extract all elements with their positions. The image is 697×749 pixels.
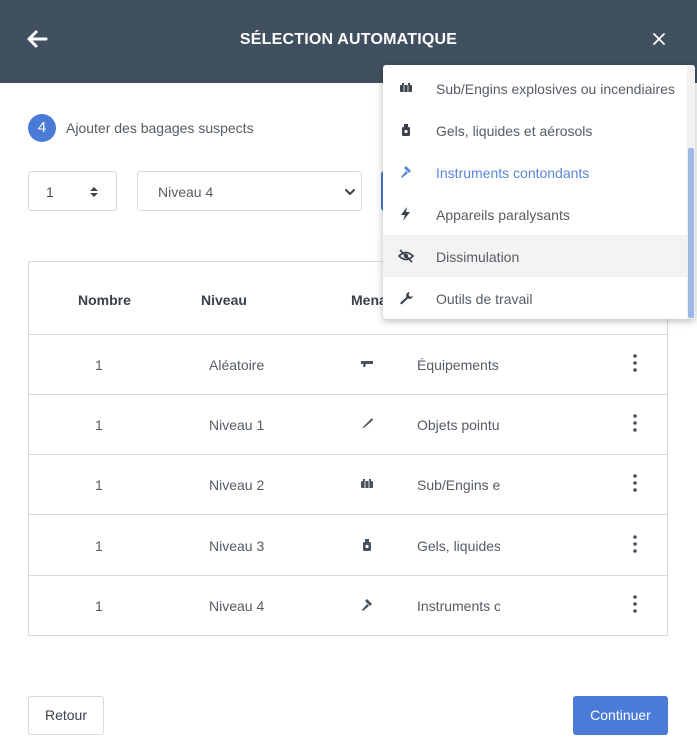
row-niveau: Niveau 1 (209, 417, 265, 433)
close-icon[interactable] (648, 28, 670, 50)
row-categorie: Équipements (417, 357, 499, 373)
gun-icon (361, 361, 373, 367)
lightning-icon (401, 207, 410, 221)
dropdown-item-appareils-paralysants[interactable]: Appareils paralysants (383, 193, 687, 235)
spinner-arrows-icon[interactable] (88, 185, 100, 199)
explosive-icon (400, 83, 412, 92)
continue-button[interactable]: Continuer (573, 696, 668, 735)
row-niveau: Niveau 3 (209, 538, 265, 554)
quantity-stepper[interactable]: 1 (28, 171, 117, 211)
table-row: 1 Niveau 1 Objets pointus (29, 395, 667, 455)
more-vertical-icon[interactable] (625, 472, 645, 494)
more-vertical-icon[interactable] (625, 593, 645, 615)
dropdown-item-outils-de-travail[interactable]: Outils de travail (383, 277, 687, 319)
column-header-niveau: Niveau (201, 292, 247, 308)
explosive-icon (361, 479, 373, 488)
table-row: 1 Niveau 2 Sub/Engins explosives (29, 455, 667, 515)
row-nombre: 1 (95, 538, 103, 554)
level-select[interactable]: Niveau 4 (137, 171, 362, 211)
step-label: Ajouter des bagages suspects (66, 120, 254, 136)
dropdown-item-explosives[interactable]: Sub/Engins explosives ou incendiaires (383, 67, 687, 109)
bottle-icon (402, 124, 410, 136)
more-vertical-icon[interactable] (625, 352, 645, 374)
eye-slash-icon (398, 249, 414, 263)
chevron-down-icon (345, 189, 355, 195)
row-niveau: Niveau 4 (209, 598, 265, 614)
dropdown-scrollbar-thumb[interactable] (688, 148, 694, 318)
level-select-value: Niveau 4 (158, 184, 214, 200)
row-niveau: Niveau 2 (209, 477, 265, 493)
dropdown-item-label: Gels, liquides et aérosols (436, 123, 593, 139)
dropdown-item-gels-liquides[interactable]: Gels, liquides et aérosols (383, 109, 687, 151)
table-row: 1 Aléatoire Équipements (29, 335, 667, 395)
back-button[interactable]: Retour (28, 696, 104, 735)
row-nombre: 1 (95, 357, 103, 373)
dropdown-item-dissimulation[interactable]: Dissimulation (383, 235, 687, 277)
row-nombre: 1 (95, 598, 103, 614)
step-number-badge: 4 (28, 114, 56, 142)
dropdown-item-label: Outils de travail (436, 291, 533, 307)
modal-title: SÉLECTION AUTOMATIQUE (239, 31, 458, 48)
table-row: 1 Niveau 4 Instruments contondants (29, 576, 667, 636)
column-header-menace: Mena (351, 292, 387, 308)
knife-icon (362, 418, 373, 429)
row-categorie: Gels, liquides (417, 538, 500, 554)
hammer-icon (362, 599, 372, 611)
row-categorie: Objets pointus (417, 417, 500, 433)
wrench-icon (400, 292, 413, 305)
bottle-icon (363, 539, 371, 551)
more-vertical-icon[interactable] (625, 412, 645, 434)
quantity-value: 1 (46, 184, 54, 200)
dropdown-item-instruments-contondants[interactable]: Instruments contondants (383, 151, 687, 193)
row-niveau: Aléatoire (209, 357, 265, 373)
dropdown-item-label: Dissimulation (436, 249, 520, 265)
hammer-icon (401, 166, 411, 178)
more-vertical-icon[interactable] (625, 533, 645, 555)
row-nombre: 1 (95, 417, 103, 433)
row-nombre: 1 (95, 477, 103, 493)
table-row: 1 Niveau 3 Gels, liquides (29, 516, 667, 576)
dropdown-item-label: Appareils paralysants (436, 207, 570, 223)
threat-category-dropdown: Sub/Engins explosives ou incendiaires Ge… (383, 65, 695, 319)
column-header-nombre: Nombre (78, 292, 131, 308)
dropdown-item-label: Sub/Engins explosives ou incendiaires (436, 81, 675, 97)
dropdown-item-label: Instruments contondants (436, 165, 590, 181)
row-categorie: Instruments contondants (417, 598, 500, 614)
row-categorie: Sub/Engins explosives (417, 477, 500, 493)
